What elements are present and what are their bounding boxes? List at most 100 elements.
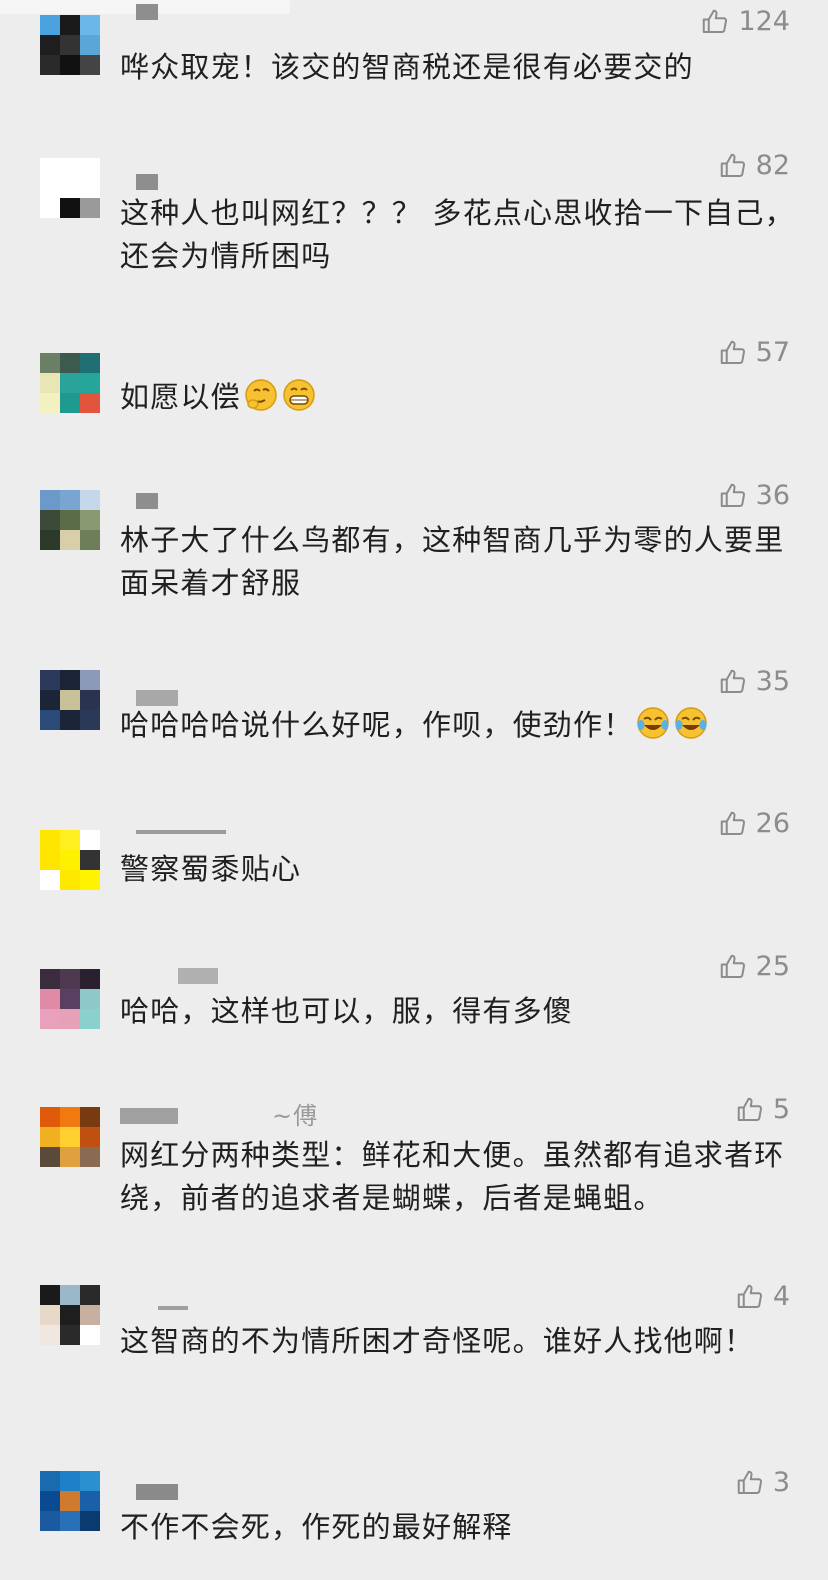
avatar-pixel (80, 393, 100, 413)
avatar-pixel (80, 870, 100, 890)
avatar-pixel (60, 1511, 80, 1531)
avatar-pixel (40, 1127, 60, 1147)
user-avatar[interactable] (40, 1107, 100, 1167)
comment-text: 警察蜀黍贴心 (120, 852, 302, 886)
avatar-pixel (60, 1107, 80, 1127)
avatar-pixel (80, 1127, 100, 1147)
avatar-pixel (80, 55, 100, 75)
avatar-pixel (80, 690, 100, 710)
like-button[interactable]: 25 (718, 951, 790, 982)
user-avatar[interactable] (40, 353, 100, 413)
like-button[interactable]: 36 (718, 480, 790, 511)
comment-text-row: 如愿以偿 (120, 376, 800, 419)
thumbs-up-icon (720, 483, 745, 507)
thumbs-up-icon (720, 153, 745, 177)
thinking-emoji (245, 379, 277, 411)
avatar-pixel (40, 490, 60, 510)
avatar-pixel (40, 1325, 60, 1345)
username-blurred[interactable] (136, 4, 158, 20)
avatar-pixel (80, 353, 100, 373)
avatar-pixel (80, 530, 100, 550)
username-blurred[interactable] (158, 1306, 188, 1310)
avatar-pixel (80, 1107, 100, 1127)
like-button[interactable]: 82 (718, 150, 790, 181)
like-button[interactable]: 124 (700, 6, 790, 37)
comment-text: 网红分两种类型：鲜花和大便。虽然都有追求者环绕，前者的追求者是蝴蝶，后者是蝇蛆。 (120, 1138, 785, 1215)
avatar-pixel (60, 530, 80, 550)
username-text: 傅 (293, 1102, 319, 1130)
thumbs-up-icon (720, 669, 745, 693)
user-avatar[interactable] (40, 158, 100, 218)
user-avatar[interactable] (40, 1471, 100, 1531)
comment-text: 如愿以偿 (120, 380, 241, 414)
comment-text: 哗众取宠！该交的智商税还是很有必要交的 (120, 50, 694, 84)
avatar-pixel (60, 1305, 80, 1325)
username-blurred[interactable] (136, 493, 158, 509)
user-avatar[interactable] (40, 670, 100, 730)
like-count: 4 (772, 1281, 790, 1312)
avatar-pixel (40, 1471, 60, 1491)
username-blurred[interactable] (136, 830, 226, 834)
like-button[interactable]: 4 (735, 1281, 790, 1312)
avatar-pixel (40, 850, 60, 870)
avatar-pixel (80, 710, 100, 730)
avatar-pixel (80, 1491, 100, 1511)
like-button[interactable]: 26 (718, 808, 790, 839)
avatar-pixel (80, 670, 100, 690)
comment-text: 哈哈哈哈说什么好呢，作呗，使劲作！ (120, 708, 634, 742)
avatar-pixel (40, 15, 60, 35)
avatar-pixel (80, 490, 100, 510)
avatar-pixel (60, 55, 80, 75)
avatar-pixel (40, 710, 60, 730)
avatar-pixel (80, 510, 100, 530)
avatar-pixel (60, 510, 80, 530)
username-blurred[interactable] (120, 1108, 178, 1124)
avatar-pixel (80, 178, 100, 198)
username[interactable]: ~傅 (272, 1096, 318, 1131)
avatar-pixel (40, 989, 60, 1009)
avatar-pixel (60, 35, 80, 55)
thumbs-up-icon (720, 340, 745, 364)
grin-emoji (283, 379, 315, 411)
avatar-pixel (40, 1107, 60, 1127)
avatar-pixel (60, 353, 80, 373)
avatar-pixel (40, 690, 60, 710)
like-button[interactable]: 5 (735, 1094, 790, 1125)
avatar-pixel (40, 1305, 60, 1325)
avatar-pixel (80, 35, 100, 55)
avatar-pixel (60, 1147, 80, 1167)
avatar-pixel (80, 1305, 100, 1325)
avatar-pixel (60, 690, 80, 710)
user-avatar[interactable] (40, 969, 100, 1029)
comment-text: 哈哈，这样也可以，服，得有多傻 (120, 994, 574, 1028)
avatar-pixel (40, 670, 60, 690)
username-blurred[interactable] (178, 968, 218, 984)
like-button[interactable]: 3 (735, 1467, 790, 1498)
comment-text: 这智商的不为情所困才奇怪呢。谁好人找他啊！ (120, 1324, 755, 1358)
avatar-pixel (80, 158, 100, 178)
avatar-pixel (60, 989, 80, 1009)
like-count: 25 (755, 951, 790, 982)
username-blurred[interactable] (136, 174, 158, 190)
avatar-pixel (40, 55, 60, 75)
user-avatar[interactable] (40, 490, 100, 550)
avatar-pixel (60, 393, 80, 413)
avatar-pixel (40, 870, 60, 890)
avatar-pixel (80, 1009, 100, 1029)
like-count: 3 (772, 1467, 790, 1498)
user-avatar[interactable] (40, 1285, 100, 1345)
like-button[interactable]: 35 (718, 666, 790, 697)
user-avatar[interactable] (40, 15, 100, 75)
comment-text: 不作不会死，作死的最好解释 (120, 1510, 513, 1544)
comment-text-row: 哈哈哈哈说什么好呢，作呗，使劲作！ (120, 704, 800, 747)
comment-text: 林子大了什么鸟都有，这种智商几乎为零的人要里面呆着才舒服 (120, 523, 785, 600)
like-count: 124 (738, 6, 790, 37)
avatar-pixel (60, 178, 80, 198)
avatar-pixel (40, 1491, 60, 1511)
user-avatar[interactable] (40, 830, 100, 890)
like-count: 5 (772, 1094, 790, 1125)
avatar-pixel (40, 1009, 60, 1029)
username-blurred[interactable] (136, 1484, 178, 1500)
avatar-pixel (40, 1511, 60, 1531)
like-button[interactable]: 57 (718, 337, 790, 368)
